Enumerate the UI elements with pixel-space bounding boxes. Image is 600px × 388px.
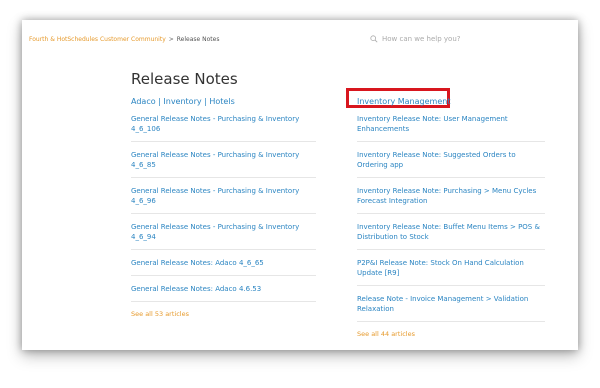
article-link[interactable]: Inventory Release Note: User Management … bbox=[357, 114, 545, 142]
breadcrumb-community-link[interactable]: Fourth & HotSchedules Customer Community bbox=[29, 36, 166, 43]
article-link[interactable]: General Release Notes - Purchasing & Inv… bbox=[131, 222, 316, 250]
breadcrumb-separator: > bbox=[168, 36, 174, 43]
section-inventory-management: Inventory Management Inventory Release N… bbox=[357, 96, 545, 338]
see-all-articles-link[interactable]: See all 44 articles bbox=[357, 330, 545, 338]
article-link[interactable]: P2P&I Release Note: Stock On Hand Calcul… bbox=[357, 258, 545, 286]
article-link[interactable]: General Release Notes - Purchasing & Inv… bbox=[131, 150, 316, 178]
breadcrumb-current: Release Notes bbox=[176, 36, 220, 43]
article-link[interactable]: Inventory Release Note: Buffet Menu Item… bbox=[357, 222, 545, 250]
see-all-articles-link[interactable]: See all 53 articles bbox=[131, 310, 316, 318]
search-box[interactable]: How can we help you? bbox=[370, 32, 540, 46]
article-link[interactable]: General Release Notes - Purchasing & Inv… bbox=[131, 114, 316, 142]
article-link[interactable]: General Release Notes - Purchasing & Inv… bbox=[131, 186, 316, 214]
section-title-adaco[interactable]: Adaco | Inventory | Hotels bbox=[131, 96, 316, 108]
search-input[interactable]: How can we help you? bbox=[382, 35, 461, 43]
article-link[interactable]: Release Note - Invoice Management > Vali… bbox=[357, 294, 545, 322]
article-link[interactable]: Inventory Release Note: Purchasing > Men… bbox=[357, 186, 545, 214]
page-title: Release Notes bbox=[131, 70, 238, 88]
article-link[interactable]: General Release Notes: Adaco 4.6.53 bbox=[131, 284, 316, 302]
breadcrumb: Fourth & HotSchedules Customer Community… bbox=[29, 36, 219, 43]
section-title-inventory-management[interactable]: Inventory Management bbox=[357, 96, 545, 108]
page-card: Fourth & HotSchedules Customer Community… bbox=[22, 20, 578, 350]
article-link[interactable]: Inventory Release Note: Suggested Orders… bbox=[357, 150, 545, 178]
search-icon bbox=[370, 35, 378, 43]
article-link[interactable]: General Release Notes: Adaco 4_6_65 bbox=[131, 258, 316, 276]
section-adaco: Adaco | Inventory | Hotels General Relea… bbox=[131, 96, 316, 318]
